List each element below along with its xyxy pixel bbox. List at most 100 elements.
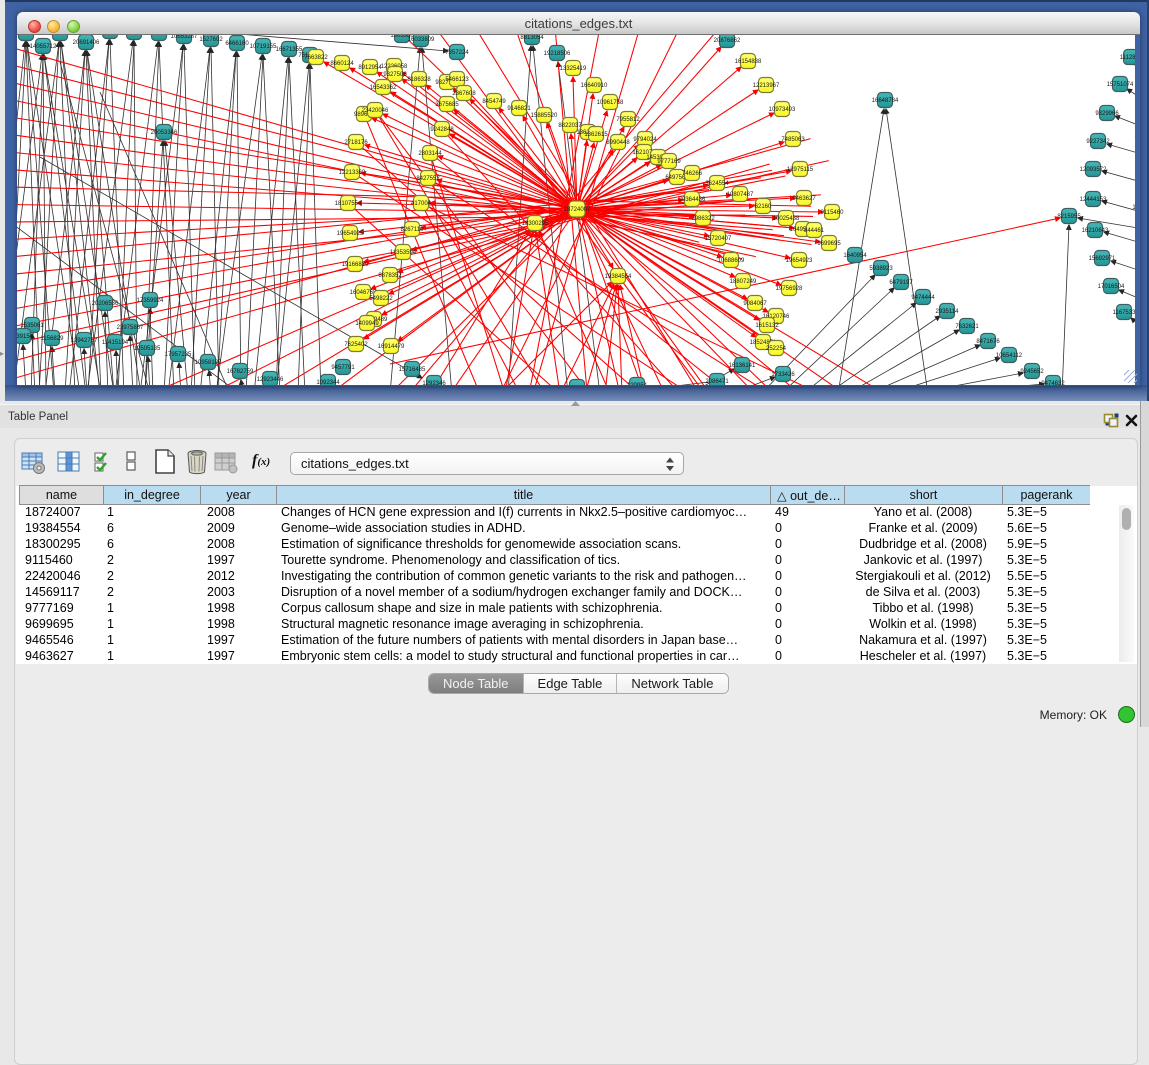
svg-text:15716485: 15716485 [399, 367, 426, 373]
svg-text:9457791: 9457791 [331, 365, 355, 371]
svg-text:9327506: 9327506 [383, 72, 407, 78]
svg-text:1615132: 1615132 [755, 323, 779, 329]
svg-text:9242848: 9242848 [430, 127, 454, 133]
svg-text:7485063: 7485063 [781, 137, 805, 143]
svg-text:19166829: 19166829 [342, 262, 369, 268]
svg-text:9245652: 9245652 [1020, 369, 1044, 375]
svg-text:8822037: 8822037 [558, 123, 582, 129]
svg-text:19384554: 19384554 [605, 274, 632, 280]
svg-text:9463627: 9463627 [792, 196, 816, 202]
svg-text:18300295: 18300295 [522, 221, 549, 227]
svg-text:1733426: 1733426 [771, 372, 795, 378]
svg-text:23975867: 23975867 [117, 325, 144, 331]
svg-text:8186328: 8186328 [407, 77, 431, 83]
svg-text:17359924: 17359924 [137, 298, 164, 304]
svg-text:2803144: 2803144 [418, 151, 442, 157]
svg-text:8878352: 8878352 [378, 273, 402, 279]
svg-text:20364436: 20364436 [679, 197, 706, 203]
svg-text:1362615: 1362615 [584, 132, 608, 138]
svg-text:16136141: 16136141 [729, 363, 756, 369]
svg-text:6466160: 6466160 [225, 41, 249, 47]
svg-text:13325419: 13325419 [560, 66, 587, 72]
svg-text:19218506: 19218506 [544, 51, 571, 57]
svg-text:9115460: 9115460 [821, 210, 845, 216]
svg-text:16640910: 16640910 [581, 83, 608, 89]
svg-text:12923446: 12923446 [257, 377, 284, 383]
svg-text:746266: 746266 [682, 171, 703, 177]
svg-text:8813054: 8813054 [520, 35, 544, 41]
svg-text:11353594: 11353594 [390, 250, 417, 256]
svg-text:12213369: 12213369 [339, 170, 366, 176]
svg-text:5938923: 5938923 [869, 266, 893, 272]
svg-text:9699695: 9699695 [817, 241, 841, 247]
svg-text:12444153: 12444153 [1080, 197, 1107, 203]
svg-text:5466123: 5466123 [445, 77, 469, 83]
svg-text:1409949: 1409949 [355, 321, 379, 327]
svg-text:1598313: 1598313 [1132, 205, 1135, 211]
svg-text:18724007: 18724007 [564, 207, 591, 213]
svg-text:18807249: 18807249 [730, 279, 757, 285]
svg-text:1092344: 1092344 [316, 380, 340, 385]
svg-text:18107554: 18107554 [335, 201, 362, 207]
svg-text:16782759: 16782759 [227, 369, 254, 375]
svg-text:1112843: 1112843 [1120, 55, 1135, 61]
svg-text:2718176: 2718176 [344, 140, 368, 146]
svg-text:12213967: 12213967 [753, 83, 780, 89]
svg-text:10973493: 10973493 [769, 107, 796, 113]
svg-text:9474632: 9474632 [1041, 381, 1065, 385]
svg-text:10654112: 10654112 [996, 353, 1023, 359]
svg-text:20053346: 20053346 [151, 130, 178, 136]
svg-text:1527602: 1527602 [199, 37, 223, 43]
svg-text:9777169: 9777169 [657, 159, 681, 165]
svg-text:3624554: 3624554 [705, 181, 729, 187]
svg-text:10688609: 10688609 [718, 258, 745, 264]
svg-text:8454749: 8454749 [482, 99, 506, 105]
svg-text:9794024: 9794024 [633, 137, 657, 143]
svg-text:8215955: 8215955 [1057, 214, 1081, 220]
svg-text:7357224: 7357224 [445, 50, 469, 56]
svg-text:9474444: 9474444 [911, 295, 935, 301]
svg-text:8660124: 8660124 [330, 61, 354, 67]
svg-text:12942757: 12942757 [71, 338, 98, 344]
svg-text:8912954: 8912954 [358, 65, 382, 71]
svg-text:2367608: 2367608 [452, 91, 476, 97]
svg-text:10958107: 10958107 [195, 360, 222, 366]
svg-text:8990448: 8990448 [606, 140, 630, 146]
svg-text:5498222: 5498222 [369, 296, 393, 302]
svg-text:6479197: 6479197 [889, 280, 913, 286]
svg-text:120954: 120954 [627, 383, 648, 385]
svg-text:10807487: 10807487 [727, 192, 754, 198]
svg-text:19756928: 19756928 [776, 286, 803, 292]
svg-text:1167533: 1167533 [1113, 310, 1135, 316]
svg-text:7625402: 7625402 [344, 342, 368, 348]
svg-text:8267110: 8267110 [401, 227, 425, 233]
svg-text:16543362: 16543362 [370, 85, 397, 91]
svg-text:9084067: 9084067 [743, 301, 767, 307]
svg-text:12505135: 12505135 [134, 346, 161, 352]
svg-text:23420046: 23420046 [362, 108, 389, 114]
svg-text:1292346: 1292346 [422, 381, 446, 385]
svg-text:7632621: 7632621 [955, 324, 979, 330]
svg-text:2177442: 2177442 [1134, 62, 1135, 68]
svg-text:9227342: 9227342 [1086, 139, 1110, 145]
svg-text:10961758: 10961758 [597, 100, 624, 106]
svg-text:844461: 844461 [804, 228, 825, 234]
svg-text:16033809: 16033809 [408, 37, 435, 43]
svg-text:20876862: 20876862 [714, 38, 741, 44]
svg-text:14055712: 14055712 [30, 44, 57, 50]
svg-text:8471676: 8471676 [976, 339, 1000, 345]
svg-text:15692971: 15692971 [1089, 256, 1116, 262]
svg-text:1427441: 1427441 [1134, 133, 1135, 139]
svg-text:9329966: 9329966 [1095, 111, 1119, 117]
svg-text:16154838: 16154838 [735, 59, 762, 65]
svg-text:8427552: 8427552 [416, 176, 440, 182]
svg-text:7955812: 7955812 [616, 117, 640, 123]
svg-text:7663822: 7663822 [304, 55, 328, 61]
svg-text:11415194: 11415194 [102, 340, 129, 346]
svg-text:9146821: 9146821 [507, 106, 531, 112]
svg-text:7986322: 7986322 [691, 216, 715, 222]
svg-text:12975115: 12975115 [787, 167, 814, 173]
svg-text:15720407: 15720407 [705, 236, 732, 242]
svg-text:15885520: 15885520 [531, 113, 558, 119]
svg-text:62160: 62160 [755, 204, 772, 210]
